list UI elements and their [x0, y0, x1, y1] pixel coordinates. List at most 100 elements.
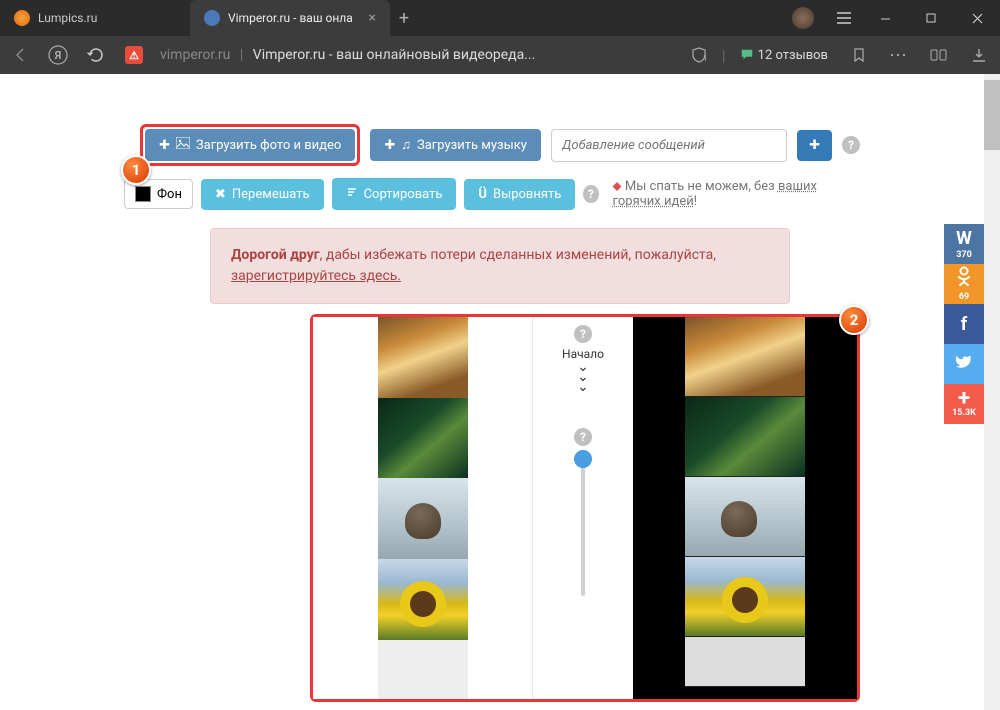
vk-icon: W	[956, 228, 972, 249]
music-icon: ♫	[401, 137, 411, 153]
more-icon[interactable]: ⋯	[882, 39, 916, 71]
warning-body: , дабы избежать потери сделанных изменен…	[320, 247, 716, 263]
highlight-editor-area: 2 ? Начало ⌄⌄⌄	[310, 314, 860, 702]
page-content: 1 ✚ Загрузить фото и видео ✚ ♫ Загрузить…	[0, 74, 1000, 710]
tab-title: Vimperor.ru - ваш онла	[228, 11, 353, 25]
source-thumbnails-column	[313, 317, 533, 699]
chevron-down-icon[interactable]: ⌄⌄⌄	[577, 363, 589, 392]
downloads-icon[interactable]	[962, 39, 996, 71]
bookmark-icon[interactable]	[842, 39, 876, 71]
yandex-logo-icon[interactable]: Я	[42, 39, 74, 71]
plus-icon: ✚	[384, 138, 395, 153]
close-icon[interactable]: ×	[369, 10, 376, 26]
share-more-button[interactable]: + 15.3K	[944, 384, 984, 424]
new-tab-button[interactable]: +	[390, 0, 418, 36]
facebook-icon: f	[961, 314, 967, 335]
ok-count: 69	[959, 292, 969, 302]
bg-swatch	[135, 186, 151, 202]
upload-photo-label: Загрузить фото и видео	[196, 138, 341, 153]
shuffle-label: Перемешать	[232, 187, 310, 202]
nav-reload-button[interactable]	[80, 39, 112, 71]
tab-vimperor[interactable]: Vimperor.ru - ваш онла ×	[190, 0, 390, 36]
twitter-icon	[955, 354, 973, 375]
add-message-button[interactable]: ✚	[797, 130, 832, 161]
editor-controls-column: ? Начало ⌄⌄⌄ ?	[533, 317, 633, 699]
favicon-lumpics	[14, 10, 30, 26]
thumbnail-item[interactable]	[378, 478, 468, 559]
preview-item[interactable]	[685, 317, 805, 397]
plus-icon: ✚	[809, 138, 820, 153]
upload-music-button[interactable]: ✚ ♫ Загрузить музыку	[370, 129, 541, 161]
tab-title: Lumpics.ru	[38, 11, 97, 25]
page-scrollbar[interactable]	[984, 74, 1000, 710]
favicon-vimperor	[204, 10, 220, 26]
preview-column	[633, 317, 857, 699]
warning-greeting: Дорогой друг	[231, 247, 320, 263]
svg-text:1: 1	[703, 54, 708, 63]
slider-thumb[interactable]	[574, 450, 592, 468]
highlight-upload-photo: 1 ✚ Загрузить фото и видео	[140, 124, 360, 166]
thumbnail-item[interactable]	[378, 398, 468, 479]
promo-text: ⬥ Мы спать не можем, без ваших горячих и…	[613, 179, 860, 209]
vk-count: 370	[956, 250, 972, 260]
browser-menu-icon[interactable]	[826, 0, 862, 36]
secondary-toolbar: Фон ✖ Перемешать Сортировать Ü Выровнять…	[140, 178, 860, 210]
share-twitter-button[interactable]	[944, 344, 984, 384]
preview-item[interactable]	[685, 397, 805, 477]
zoom-slider[interactable]	[581, 456, 585, 596]
upload-photo-video-button[interactable]: ✚ Загрузить фото и видео	[145, 129, 355, 161]
social-share-bar: W 370 69 f + 15.3K	[944, 224, 984, 424]
profile-avatar[interactable]	[792, 7, 814, 29]
reviews-count: 12 отзывов	[758, 48, 828, 63]
align-label: Выровнять	[493, 187, 561, 202]
shuffle-button[interactable]: ✖ Перемешать	[201, 179, 324, 210]
promo-prefix: Мы спать не можем, без	[625, 179, 778, 194]
fire-icon: ⬥	[613, 179, 622, 194]
help-icon[interactable]: ?	[583, 185, 598, 203]
preview-item[interactable]	[685, 637, 805, 687]
scrollbar-thumb[interactable]	[984, 80, 1000, 150]
window-maximize-icon[interactable]	[908, 0, 954, 36]
preview-item[interactable]	[685, 477, 805, 557]
nav-back-button[interactable]	[4, 39, 36, 71]
shuffle-icon: ✖	[215, 187, 226, 202]
window-minimize-icon[interactable]	[862, 0, 908, 36]
thumbnail-item[interactable]	[378, 559, 468, 640]
browser-address-bar: Я ⚠ vimperor.ru | Vimperor.ru - ваш онла…	[0, 36, 1000, 74]
window-close-icon[interactable]	[954, 0, 1000, 36]
message-input[interactable]	[551, 129, 787, 162]
thumbnail-item[interactable]	[378, 640, 468, 699]
help-icon[interactable]: ?	[842, 136, 860, 154]
register-warning-panel: Дорогой друг, дабы избежать потери сдела…	[210, 228, 790, 304]
url-domain: vimperor.ru	[160, 47, 230, 63]
share-fb-button[interactable]: f	[944, 304, 984, 344]
main-toolbar: 1 ✚ Загрузить фото и видео ✚ ♫ Загрузить…	[140, 124, 860, 166]
security-warning-icon[interactable]: ⚠	[118, 39, 150, 71]
tab-lumpics[interactable]: Lumpics.ru	[0, 0, 190, 36]
svg-text:Я: Я	[54, 49, 62, 62]
share-vk-button[interactable]: W 370	[944, 224, 984, 264]
extensions-icon[interactable]	[922, 39, 956, 71]
sort-icon	[346, 186, 358, 202]
ok-icon	[956, 266, 972, 291]
thumbnail-item[interactable]	[378, 317, 468, 398]
shield-icon[interactable]: 1	[682, 39, 716, 71]
register-link[interactable]: зарегистрируйтесь здесь.	[231, 268, 401, 284]
help-icon[interactable]: ?	[574, 428, 592, 446]
browser-titlebar: Lumpics.ru Vimperor.ru - ваш онла × +	[0, 0, 1000, 36]
url-field[interactable]: vimperor.ru | Vimperor.ru - ваш онлайнов…	[160, 47, 535, 63]
image-icon	[176, 137, 190, 153]
upload-music-label: Загрузить музыку	[417, 138, 527, 153]
bg-label: Фон	[157, 187, 182, 202]
step-badge-2: 2	[839, 305, 869, 335]
help-icon[interactable]: ?	[574, 325, 592, 343]
share-ok-button[interactable]: 69	[944, 264, 984, 304]
step-badge-1: 1	[121, 155, 151, 185]
sort-button[interactable]: Сортировать	[332, 178, 457, 210]
align-button[interactable]: Ü Выровнять	[464, 179, 575, 210]
url-page-title: Vimperor.ru - ваш онлайновый видеореда..…	[253, 47, 535, 63]
reviews-badge[interactable]: 12 отзывов	[732, 44, 836, 67]
align-icon: Ü	[478, 187, 487, 202]
total-count: 15.3K	[952, 408, 976, 418]
preview-item[interactable]	[685, 557, 805, 637]
